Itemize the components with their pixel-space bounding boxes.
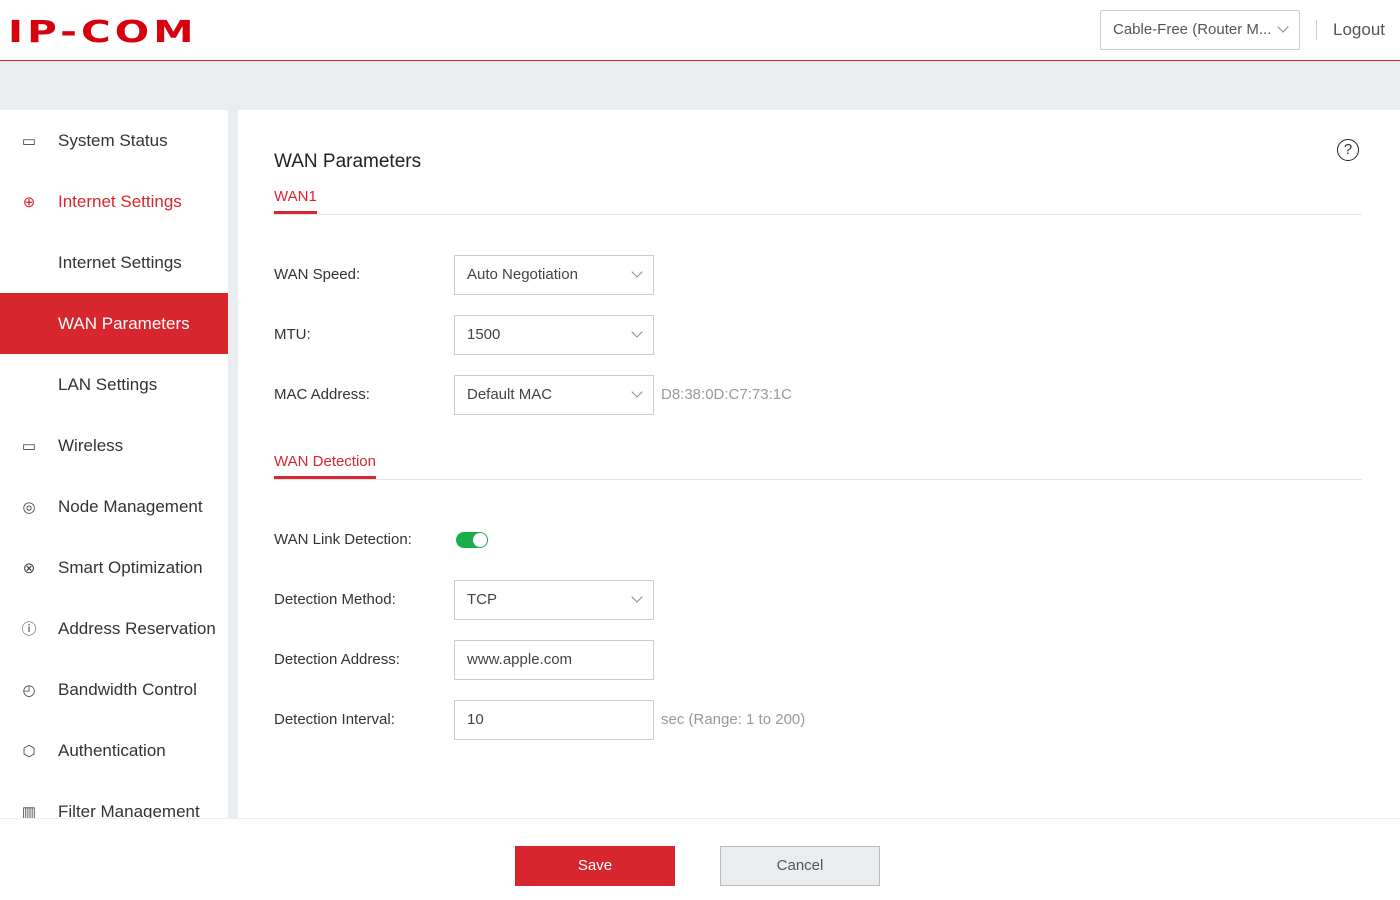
mac-hint: D8:38:0D:C7:73:1C <box>661 386 792 403</box>
divider <box>274 479 1362 480</box>
label: Address Reservation <box>58 618 216 638</box>
label: Node Management <box>58 496 203 516</box>
sidebar-subitem-lan-settings[interactable]: LAN Settings <box>0 354 228 415</box>
label: Authentication <box>58 740 166 760</box>
detection-interval-label: Detection Interval: <box>274 711 395 728</box>
label: Internet Settings <box>58 191 182 211</box>
sidebar-item-address-reservation[interactable]: ⓘ Address Reservation <box>0 598 228 659</box>
sidebar-subitem-wan-parameters[interactable]: WAN Parameters <box>0 293 228 354</box>
divider <box>274 214 1362 215</box>
value: Auto Negotiation <box>467 266 578 283</box>
nodes-icon: ◎ <box>22 498 36 516</box>
atom-icon: ⊗ <box>22 559 36 577</box>
monitor-chart-icon: ▭ <box>21 132 37 150</box>
detection-address-label: Detection Address: <box>274 651 400 668</box>
mac-select[interactable]: Default MAC <box>454 375 654 415</box>
label: Filter Management <box>58 801 200 819</box>
chevron-down-icon <box>631 326 643 338</box>
save-button[interactable]: Save <box>515 846 675 886</box>
label: Internet Settings <box>58 252 182 272</box>
filter-chart-icon: ▥ <box>21 803 37 819</box>
sidebar-item-node-management[interactable]: ◎ Node Management <box>0 476 228 537</box>
detection-method-select[interactable]: TCP <box>454 580 654 620</box>
wifi-screen-icon: ▭ <box>21 437 37 455</box>
chevron-down-icon <box>631 591 643 603</box>
chevron-down-icon <box>1277 21 1289 33</box>
gauge-icon: ◴ <box>22 681 36 699</box>
logout-link[interactable]: Logout <box>1333 20 1385 40</box>
label: Bandwidth Control <box>58 679 197 699</box>
detection-interval-input[interactable]: 10 <box>454 700 654 740</box>
page-title: WAN Parameters <box>274 151 422 172</box>
mode-select[interactable]: Cable-Free (Router M... <box>1100 10 1300 50</box>
tab-wan-detection[interactable]: WAN Detection <box>274 453 376 479</box>
wan-speed-select[interactable]: Auto Negotiation <box>454 255 654 295</box>
mode-value: Cable-Free (Router M... <box>1113 21 1272 38</box>
logo: IP-COM <box>8 15 198 50</box>
label: LAN Settings <box>58 374 158 394</box>
value: 1500 <box>467 326 501 343</box>
sidebar: ▭ System Status ⊕ Internet Settings Intern… <box>0 110 228 818</box>
sidebar-item-authentication[interactable]: ⬡ Authentication <box>0 720 228 781</box>
mac-label: MAC Address: <box>274 386 370 403</box>
tab-wan1[interactable]: WAN1 <box>274 188 317 214</box>
detection-method-label: Detection Method: <box>274 591 396 608</box>
label: System Status <box>58 130 168 150</box>
interval-hint: sec (Range: 1 to 200) <box>661 711 806 728</box>
main-panel: WAN Parameters ? WAN1 WAN Speed: Auto Ne… <box>238 110 1400 818</box>
value: TCP <box>467 591 497 608</box>
sidebar-item-bandwidth-control[interactable]: ◴ Bandwidth Control <box>0 659 228 720</box>
chevron-down-icon <box>631 266 643 278</box>
divider <box>1316 20 1317 40</box>
shield-check-icon: ⬡ <box>22 742 36 760</box>
globe-icon: ⊕ <box>22 193 36 211</box>
mtu-select[interactable]: 1500 <box>454 315 654 355</box>
sidebar-item-filter-management[interactable]: ▥ Filter Management <box>0 781 228 819</box>
link-detection-toggle[interactable] <box>456 532 488 548</box>
sidebar-subitem-internet-settings[interactable]: Internet Settings <box>0 232 228 293</box>
link-detection-label: WAN Link Detection: <box>274 531 412 548</box>
detection-address-input[interactable]: www.apple.com <box>454 640 654 680</box>
label: WAN Parameters <box>58 313 190 333</box>
ip-icon: ⓘ <box>21 621 37 638</box>
value: Default MAC <box>467 386 553 403</box>
cancel-button[interactable]: Cancel <box>720 846 880 886</box>
sidebar-item-system-status[interactable]: ▭ System Status <box>0 110 228 171</box>
sidebar-item-smart-optimization[interactable]: ⊗ Smart Optimization <box>0 537 228 598</box>
mtu-label: MTU: <box>274 326 311 343</box>
chevron-down-icon <box>631 386 643 398</box>
label: Wireless <box>58 435 124 455</box>
sidebar-item-wireless[interactable]: ▭ Wireless <box>0 415 228 476</box>
help-icon[interactable]: ? <box>1337 139 1359 161</box>
header: IP-COM Cable-Free (Router M... Logout <box>0 0 1400 61</box>
footer: Save Cancel <box>0 818 1400 900</box>
sidebar-item-internet-settings[interactable]: ⊕ Internet Settings <box>0 171 228 232</box>
label: Smart Optimization <box>58 557 203 577</box>
wan-speed-label: WAN Speed: <box>274 266 361 283</box>
